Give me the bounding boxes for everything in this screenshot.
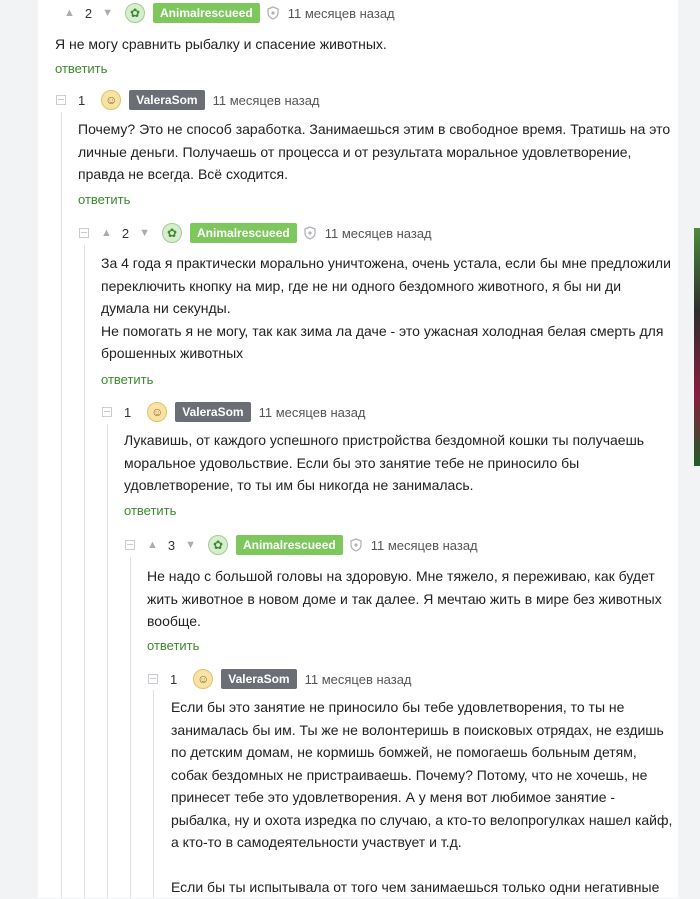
avatar[interactable]: ✿ — [125, 3, 146, 23]
avatar[interactable]: ☺ — [101, 90, 122, 110]
comment-text: Не надо с большой головы на здоровую. Мн… — [147, 565, 662, 633]
downvote-button[interactable]: ▼ — [102, 7, 113, 19]
author-nick[interactable]: ValeraSom — [221, 669, 297, 689]
thread-line[interactable] — [130, 557, 131, 898]
upvote-button[interactable]: ▲ — [64, 7, 75, 19]
upvote-button[interactable]: ▲ — [147, 539, 158, 551]
collapse-toggle[interactable] — [148, 674, 158, 684]
author-nick[interactable]: Animalrescueed — [236, 535, 343, 555]
comment-time[interactable]: 11 месяцев назад — [288, 6, 395, 21]
thread-line[interactable] — [107, 424, 108, 898]
comment-text: За 4 года я практически морально уничтож… — [101, 252, 671, 365]
comment-text: Лукавишь, от каждого успешного пристройс… — [124, 429, 644, 497]
reply-button[interactable]: ответить — [55, 61, 107, 76]
comment-line: собак бездомных не пристраиваешь. Почему… — [171, 766, 648, 783]
comment-header: 1 ☺ ValeraSom 11 месяцев назад — [56, 89, 320, 111]
comment-line: удовлетворение, то ты им бы никогда не з… — [124, 477, 474, 493]
comment-line: Я не могу сравнить рыбалку и спасение жи… — [55, 36, 387, 52]
comment-line: правда не всегда. Всё сходится. — [78, 166, 289, 182]
comment-text: Если бы это занятие не приносило бы тебе… — [171, 696, 672, 899]
comment-header: ▲ 2 ▼ ✿ Animalrescueed 11 месяцев назад — [64, 2, 395, 24]
comment-line: а кто-то в самодеятельности участвует и … — [171, 834, 462, 850]
comment-line: Почему? Это не способ заработка. Занимае… — [78, 121, 671, 137]
thread-line[interactable] — [61, 112, 62, 898]
comment-rating: 2 — [84, 5, 93, 21]
comment-header: ▲ 3 ▼ ✿ Animalrescueed 11 месяцев назад — [125, 534, 478, 556]
comment-line: Если бы это занятие не приносило бы тебе… — [171, 699, 625, 715]
comment-rating: 1 — [78, 92, 86, 108]
comment-time[interactable]: 11 месяцев назад — [213, 93, 320, 108]
shield-icon — [349, 537, 363, 553]
comment-header: 1 ☺ ValeraSom 11 месяцев назад — [102, 401, 366, 423]
avatar[interactable]: ✿ — [162, 223, 183, 243]
reply-button[interactable]: ответить — [124, 503, 176, 518]
collapse-toggle[interactable] — [79, 228, 89, 238]
comment-rating: 1 — [170, 671, 178, 687]
reply-button[interactable]: ответить — [78, 192, 130, 207]
comment-line: брошенных животных — [101, 345, 244, 361]
comment-line: жить животное в новом доме и так далее. … — [147, 590, 662, 607]
comment-line: занималась бы им. Ты же не волонтеришь в… — [171, 721, 664, 738]
reply-button[interactable]: ответить — [101, 372, 153, 387]
collapse-toggle[interactable] — [102, 407, 112, 417]
comment-line: принесет тебе это удовлетворения. А у ме… — [171, 789, 616, 805]
comment-line: Лукавишь, от каждого успешного пристройс… — [124, 432, 645, 448]
author-nick[interactable]: ValeraSom — [175, 402, 251, 422]
shield-icon — [303, 225, 317, 241]
comment-line: рыбалка, ну и охота изредка по случаю, а… — [171, 811, 673, 828]
comment-rating: 2 — [121, 225, 130, 241]
comment-line: личные деньги. Получаешь от процесса и о… — [78, 143, 632, 160]
collapse-toggle[interactable] — [56, 95, 66, 105]
comment-text: Почему? Это не способ заработка. Занимае… — [78, 118, 670, 186]
author-nick[interactable]: Animalrescueed — [153, 3, 260, 23]
comment-time[interactable]: 11 месяцев назад — [325, 226, 432, 241]
downvote-button[interactable]: ▼ — [185, 539, 196, 551]
avatar[interactable]: ☺ — [147, 402, 168, 422]
thread-line[interactable] — [84, 245, 85, 898]
author-nick[interactable]: ValeraSom — [129, 90, 205, 110]
collapse-toggle[interactable] — [125, 540, 135, 550]
avatar[interactable]: ✿ — [208, 535, 229, 555]
comment-line: думала ни секунды. — [101, 300, 231, 316]
comment-line: Если бы ты испытывала от того чем занима… — [171, 879, 660, 895]
author-nick[interactable]: Animalrescueed — [190, 223, 297, 243]
comment-line: За 4 года я практически морально уничтож… — [101, 255, 671, 271]
thread-line[interactable] — [153, 690, 154, 898]
comment-text: Я не могу сравнить рыбалку и спасение жи… — [55, 33, 387, 56]
comment-time[interactable]: 11 месяцев назад — [371, 538, 478, 553]
reply-button[interactable]: ответить — [147, 638, 199, 653]
comment-line: моральное удовольствие. Если бы это заня… — [124, 454, 580, 471]
comment-rating: 1 — [124, 404, 132, 420]
comment-line: переключить кнопку на мир, где не ни одн… — [101, 277, 622, 294]
avatar[interactable]: ☺ — [193, 669, 214, 689]
sidebar-image-strip — [694, 228, 700, 466]
downvote-button[interactable]: ▼ — [139, 227, 150, 239]
comment-line: вообще. — [147, 613, 201, 629]
comment-line: Не надо с большой головы на здоровую. Мн… — [147, 568, 655, 584]
comment-line: по детским домам, не кормишь бомжей, не … — [171, 744, 637, 760]
comment-line — [171, 854, 672, 877]
comment-time[interactable]: 11 месяцев назад — [259, 405, 366, 420]
comment-time[interactable]: 11 месяцев назад — [305, 672, 412, 687]
comment-line: Не помогать я не могу, так как зима ла д… — [101, 322, 664, 339]
comment-rating: 3 — [167, 537, 176, 553]
comment-header: 1 ☺ ValeraSom 11 месяцев назад — [148, 668, 412, 690]
upvote-button[interactable]: ▲ — [101, 227, 112, 239]
shield-icon — [266, 5, 280, 21]
comment-header: ▲ 2 ▼ ✿ Animalrescueed 11 месяцев назад — [79, 222, 432, 244]
